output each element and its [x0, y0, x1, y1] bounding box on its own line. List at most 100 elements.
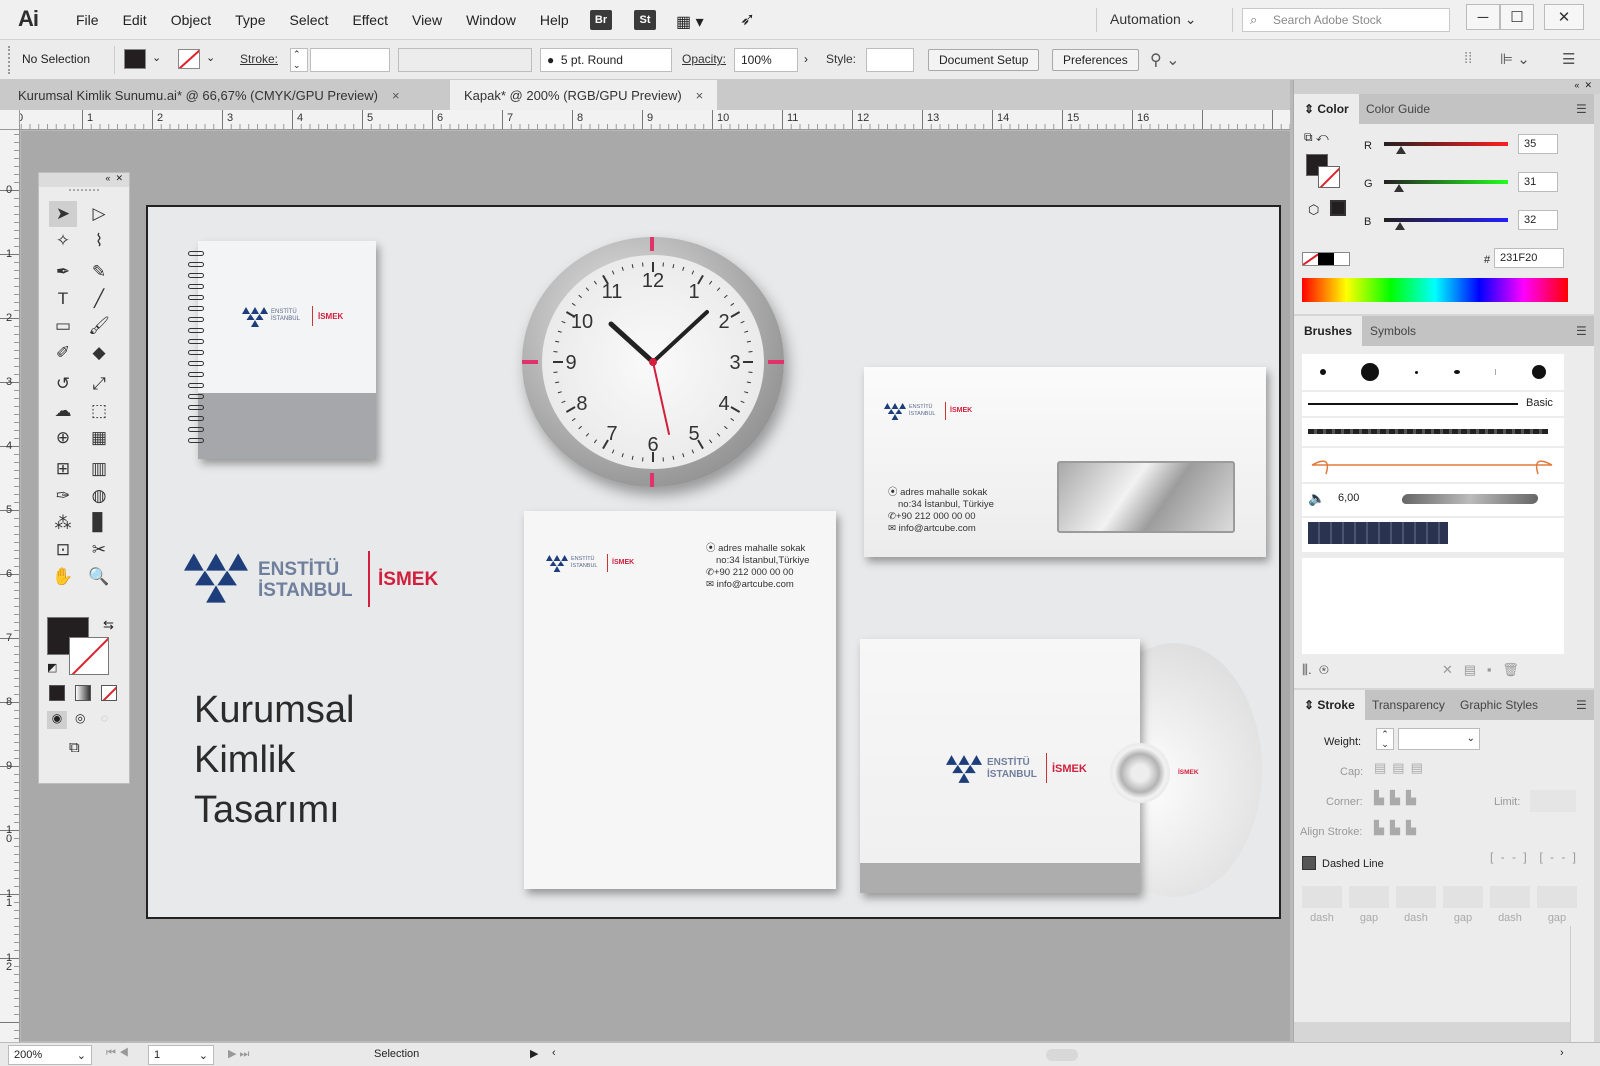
eyedropper-tool-icon[interactable]: ✑: [49, 483, 77, 509]
stroke-color-swatch[interactable]: [1318, 166, 1340, 188]
stroke-color-swatch[interactable]: [69, 637, 109, 675]
rotate-tool-icon[interactable]: ↺: [49, 371, 77, 397]
collapse-icon[interactable]: «: [1574, 80, 1579, 90]
dash-gap-field[interactable]: [1490, 886, 1530, 908]
color-mode-icon[interactable]: [49, 685, 65, 701]
graphic-style-dropdown[interactable]: [866, 48, 914, 72]
dash-gap-field[interactable]: [1537, 886, 1577, 908]
fill-swatch[interactable]: [124, 49, 146, 69]
stock-search-input[interactable]: Search Adobe Stock: [1242, 8, 1450, 32]
isolate-icon[interactable]: ⁞⁞: [1464, 50, 1472, 67]
artboard-nav-first-prev[interactable]: ⏮ ◀: [106, 1047, 129, 1060]
dash-align-buttons[interactable]: [ - - ] [ - - ]: [1490, 850, 1578, 864]
free-transform-tool-icon[interactable]: ⬚: [85, 398, 113, 424]
panel-menu-icon[interactable]: ☰: [1566, 690, 1597, 720]
document-setup-button[interactable]: Document Setup: [928, 49, 1040, 71]
type-tool-icon[interactable]: T: [49, 286, 77, 312]
tab-transparency[interactable]: Transparency: [1362, 690, 1455, 720]
artboard-number-field[interactable]: 1 ⌄: [148, 1045, 214, 1065]
tab-symbols[interactable]: Symbols: [1360, 316, 1426, 346]
charcoal-brush-row[interactable]: [1302, 418, 1564, 446]
status-menu-arrow[interactable]: ▶: [530, 1047, 538, 1060]
panel-menu-icon[interactable]: ☰: [1566, 94, 1597, 124]
brush-dot-icon[interactable]: [1361, 363, 1380, 381]
tab-color[interactable]: ⇕ Color: [1294, 94, 1359, 124]
panel-menu-icon[interactable]: ☰: [1566, 316, 1597, 346]
tab-kapak[interactable]: Kapak* @ 200% (RGB/GPU Preview) ×: [450, 80, 718, 110]
g-slider-thumb[interactable]: [1394, 184, 1405, 192]
direct-selection-tool-icon[interactable]: ▷: [85, 201, 113, 227]
brush-dot-icon[interactable]: [1495, 369, 1497, 375]
line-tool-icon[interactable]: ╱: [85, 286, 113, 312]
gradient-mode-icon[interactable]: [75, 685, 91, 701]
variable-width-profile[interactable]: [398, 48, 532, 72]
dash-gap-field[interactable]: [1396, 886, 1436, 908]
curvature-tool-icon[interactable]: ✎: [85, 259, 113, 285]
hand-tool-icon[interactable]: ✋: [49, 564, 77, 590]
workspace-switcher[interactable]: Automation ⌄: [1110, 11, 1196, 28]
brush-library-icon[interactable]: ⫼. ⊛: [1302, 662, 1329, 678]
stroke-weight-field[interactable]: [310, 48, 390, 72]
tab-stroke[interactable]: ⇕ Stroke: [1294, 690, 1365, 720]
lasso-tool-icon[interactable]: ⌇: [85, 228, 113, 254]
color-spectrum[interactable]: [1302, 278, 1568, 302]
scale-tool-icon[interactable]: ⤢: [85, 371, 113, 397]
collapse-icon[interactable]: «: [105, 173, 110, 183]
brush-dot-icon[interactable]: [1453, 370, 1460, 374]
tab-kurumsal-kimlik[interactable]: Kurumsal Kimlik Sunumu.ai* @ 66,67% (CMY…: [4, 80, 414, 110]
horizontal-ruler[interactable]: [0, 110, 1290, 130]
r-slider-thumb[interactable]: [1395, 146, 1406, 154]
shaper-tool-icon[interactable]: ✐: [49, 340, 77, 366]
dashed-line-checkbox[interactable]: [1302, 856, 1316, 870]
web-safe-icon[interactable]: [1330, 200, 1346, 216]
preferences-button[interactable]: Preferences: [1052, 49, 1139, 71]
dash-gap-field[interactable]: [1302, 886, 1342, 908]
basic-brush-row[interactable]: Basic: [1302, 392, 1564, 416]
arrange-documents-icon[interactable]: ▦ ▾: [676, 12, 704, 32]
draw-normal-icon[interactable]: ◉: [47, 711, 67, 729]
cube-icon[interactable]: ⬡: [1308, 202, 1319, 218]
menu-view[interactable]: View: [400, 12, 454, 28]
horizontal-scroll-thumb[interactable]: [1046, 1049, 1078, 1061]
gradient-tool-icon[interactable]: ▥: [85, 456, 113, 482]
limit-field[interactable]: [1530, 790, 1576, 812]
stroke-stepper[interactable]: ⌃ ⌄: [290, 48, 308, 72]
paintbrush-tool-icon[interactable]: 🖌: [85, 313, 113, 339]
zoom-field[interactable]: 200% ⌄: [8, 1045, 92, 1065]
bridge-button[interactable]: Br: [590, 10, 612, 30]
minimize-button[interactable]: ─: [1466, 4, 1500, 30]
menu-object[interactable]: Object: [159, 12, 223, 28]
blend-tool-icon[interactable]: ◍: [85, 483, 113, 509]
perspective-grid-tool-icon[interactable]: ▦: [85, 425, 113, 451]
dash-gap-field[interactable]: [1443, 886, 1483, 908]
rectangle-tool-icon[interactable]: ▭: [49, 313, 77, 339]
tools-panel-header[interactable]: « ✕: [39, 173, 129, 187]
draw-behind-icon[interactable]: ◎: [75, 711, 85, 725]
close-icon[interactable]: ×: [696, 88, 704, 103]
maximize-button[interactable]: ☐: [1500, 4, 1534, 30]
pen-tool-icon[interactable]: ✒: [49, 259, 77, 285]
stock-button[interactable]: St: [634, 10, 656, 30]
weight-stepper[interactable]: ⌃ ⌄: [1376, 728, 1394, 750]
pattern-brush-row[interactable]: [1302, 518, 1564, 552]
weight-field[interactable]: ⌄: [1398, 728, 1480, 750]
mesh-tool-icon[interactable]: ⊞: [49, 456, 77, 482]
artboard[interactable]: ENSTİTÜ İSTANBUL İSMEK ENSTİTÜ İSTANBUL İS…: [146, 205, 1281, 919]
magic-wand-tool-icon[interactable]: ✧: [49, 228, 77, 254]
brush-presets[interactable]: [1302, 354, 1564, 390]
menu-file[interactable]: File: [64, 12, 111, 28]
brush-definition-dropdown[interactable]: ● 5 pt. Round: [540, 48, 672, 72]
symbol-sprayer-tool-icon[interactable]: ⁂: [49, 510, 77, 536]
panel-menu-icon[interactable]: ☰: [1562, 50, 1575, 68]
arrow-brush-row[interactable]: [1302, 448, 1564, 482]
brush-dot-icon[interactable]: [1415, 370, 1419, 374]
menu-edit[interactable]: Edit: [111, 12, 159, 28]
menu-help[interactable]: Help: [528, 12, 581, 28]
warp-tool-icon[interactable]: ☁: [49, 398, 77, 424]
close-icon[interactable]: ×: [392, 88, 400, 103]
scroll-left-arrow[interactable]: ‹: [552, 1047, 556, 1059]
brush-dot-icon[interactable]: [1532, 365, 1547, 379]
menu-select[interactable]: Select: [278, 12, 341, 28]
default-colors-icon[interactable]: ◩: [47, 661, 57, 674]
artboard-nav-next-last[interactable]: ▶ ⏭: [228, 1047, 249, 1061]
